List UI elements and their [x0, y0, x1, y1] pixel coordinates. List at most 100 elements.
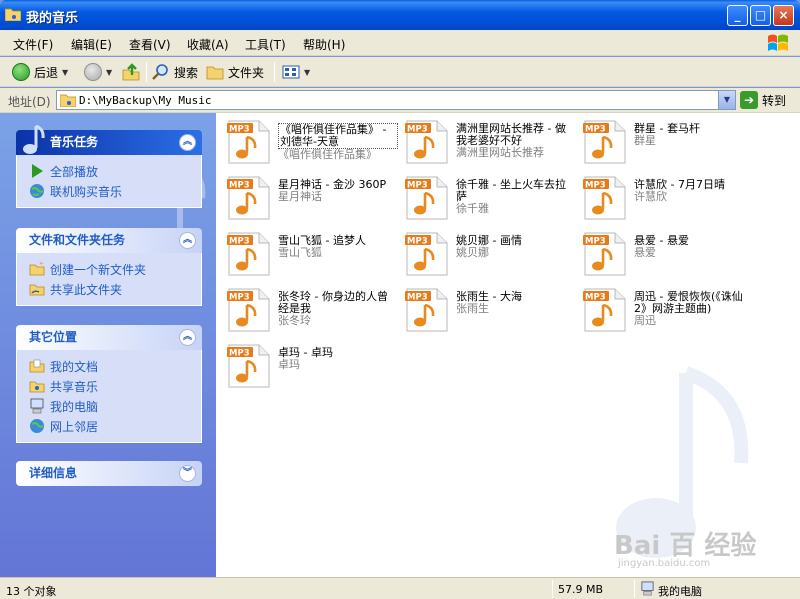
address-path: D:\MyBackup\My Music — [79, 94, 212, 107]
mp3-file-icon: MP3 — [227, 176, 270, 220]
menu-help[interactable]: 帮助(H) — [303, 36, 345, 53]
file-item[interactable]: MP3 悬爱 - 悬爱 悬爱 — [578, 227, 753, 279]
details-header[interactable]: 详细信息 ︾ — [16, 461, 202, 486]
file-view[interactable]: Bai 百 经验 jingyan.baidu.com MP3 《唱作俱佳作品集》 … — [216, 113, 800, 577]
mp3-file-icon: MP3 — [405, 288, 448, 332]
menu-file[interactable]: 文件(F) — [13, 36, 53, 53]
task-label: 全部播放 — [50, 164, 99, 179]
svg-text:MP3: MP3 — [229, 237, 250, 247]
file-item[interactable]: MP3 卓玛 - 卓玛 卓玛 — [222, 339, 397, 391]
task-buy-music-online[interactable]: 联机购买音乐 — [29, 181, 201, 201]
mp3-file-icon: MP3 — [227, 344, 270, 388]
go-button[interactable]: ➔ 转到 — [740, 91, 786, 109]
mp3-file-icon: MP3 — [405, 120, 448, 164]
file-folder-tasks-header[interactable]: 文件和文件夹任务 ︽ — [16, 228, 202, 253]
address-input[interactable]: D:\MyBackup\My Music ▼ — [56, 90, 736, 110]
chevron-down-icon[interactable]: ▼ — [718, 91, 735, 109]
file-item[interactable]: MP3 群星 - 套马杆 群星 — [578, 115, 753, 167]
globe-icon — [30, 184, 44, 198]
window-title: 我的音乐 — [26, 11, 79, 26]
mp3-file-icon: MP3 — [583, 120, 626, 164]
search-icon — [152, 64, 168, 80]
task-label: 联机购买音乐 — [50, 184, 123, 199]
documents-folder-icon — [29, 359, 45, 373]
svg-text:MP3: MP3 — [585, 125, 606, 135]
other-places-header[interactable]: 其它位置 ︽ — [16, 325, 202, 350]
place-shared-music[interactable]: 共享音乐 — [29, 376, 201, 396]
task-play-all[interactable]: 全部播放 — [29, 161, 201, 181]
chevron-down-icon[interactable]: ▼ — [106, 68, 112, 77]
task-new-folder[interactable]: 创建一个新文件夹 — [29, 259, 201, 279]
svg-text:MP3: MP3 — [229, 125, 250, 135]
folders-button[interactable]: 文件夹 — [206, 61, 264, 83]
mp3-file-icon: MP3 — [583, 288, 626, 332]
views-button[interactable]: ▼ — [282, 61, 310, 83]
file-artist: 张冬玲 — [278, 314, 311, 327]
panel-title: 音乐任务 — [50, 135, 99, 149]
address-bar: 地址(D) D:\MyBackup\My Music ▼ ➔ 转到 — [0, 88, 800, 113]
place-my-documents[interactable]: 我的文档 — [29, 356, 201, 376]
file-item[interactable]: MP3 张冬玲 - 你身边的人曾经是我 张冬玲 — [222, 283, 397, 335]
shared-music-folder-icon — [29, 381, 45, 393]
other-places-panel: 其它位置 ︽ 我的文档 共享音乐 我的电脑 网上邻居 — [16, 325, 202, 443]
place-network[interactable]: 网上邻居 — [29, 416, 201, 436]
menu-favorites[interactable]: 收藏(A) — [187, 36, 229, 53]
object-count: 13 个对象 — [6, 585, 57, 598]
mp3-file-icon: MP3 — [583, 232, 626, 276]
menu-bar: 文件(F) 编辑(E) 查看(V) 收藏(A) 工具(T) 帮助(H) — [0, 30, 800, 56]
file-artist: 群星 — [634, 134, 656, 147]
up-folder-button[interactable] — [122, 61, 140, 83]
panel-body: 全部播放 联机购买音乐 — [16, 155, 202, 208]
folder-icon — [206, 66, 224, 80]
baidu-watermark-url: jingyan.baidu.com — [618, 558, 711, 569]
svg-text:MP3: MP3 — [407, 125, 428, 135]
menu-view[interactable]: 查看(V) — [129, 36, 171, 53]
title-bar[interactable]: 我的音乐 _ □ × — [0, 0, 800, 30]
music-note-icon — [23, 124, 45, 154]
chevron-down-icon[interactable]: ▼ — [62, 68, 68, 77]
file-item[interactable]: MP3 张雨生 - 大海 张雨生 — [400, 283, 575, 335]
views-icon — [282, 65, 300, 79]
minimize-button[interactable]: _ — [727, 5, 748, 26]
task-label: 共享音乐 — [50, 379, 99, 394]
svg-text:MP3: MP3 — [407, 181, 428, 191]
file-item[interactable]: MP3 姚贝娜 - 画情 姚贝娜 — [400, 227, 575, 279]
file-item[interactable]: MP3 许慧欣 - 7月7日晴 许慧欣 — [578, 171, 753, 223]
panel-title: 详细信息 — [29, 466, 78, 480]
file-item[interactable]: MP3 满洲里网站长推荐 - 做我老婆好不好 满洲里网站长推荐 — [400, 115, 575, 167]
total-size: 57.9 MB — [558, 583, 604, 596]
file-item[interactable]: MP3 周迅 - 爱恨恢恢(《诛仙2》网游主题曲) 周迅 — [578, 283, 753, 335]
music-tasks-header[interactable]: 音乐任务 ︽ — [16, 124, 202, 155]
file-artist: 许慧欣 — [634, 190, 667, 203]
back-button[interactable]: 后退 ▼ — [12, 61, 68, 83]
file-item[interactable]: MP3 雪山飞狐 - 追梦人 雪山飞狐 — [222, 227, 397, 279]
search-label: 搜索 — [174, 65, 199, 80]
panel-title: 文件和文件夹任务 — [29, 233, 126, 247]
forward-button[interactable]: ▼ — [84, 61, 112, 83]
svg-text:MP3: MP3 — [585, 181, 606, 191]
collapse-icon[interactable]: ︽ — [179, 329, 196, 346]
maximize-button[interactable]: □ — [750, 5, 771, 26]
menu-edit[interactable]: 编辑(E) — [71, 36, 112, 53]
toolbar: 后退 ▼ ▼ 搜索 文件夹 ▼ — [0, 57, 800, 87]
collapse-icon[interactable]: ︽ — [179, 134, 196, 151]
up-folder-icon — [122, 63, 140, 81]
file-artist: 满洲里网站长推荐 — [456, 146, 544, 159]
file-item[interactable]: MP3 徐千雅 - 坐上火车去拉萨 徐千雅 — [400, 171, 575, 223]
mp3-file-icon: MP3 — [227, 120, 270, 164]
file-name: 周迅 - 爱恨恢恢(《诛仙2》网游主题曲) — [634, 290, 743, 315]
details-panel: 详细信息 ︾ — [16, 461, 202, 486]
collapse-icon[interactable]: ︽ — [179, 232, 196, 249]
file-artist: 张雨生 — [456, 302, 489, 315]
close-button[interactable]: × — [773, 5, 794, 26]
expand-icon[interactable]: ︾ — [179, 465, 196, 482]
task-share-folder[interactable]: 共享此文件夹 — [29, 279, 201, 299]
computer-icon — [30, 398, 44, 414]
file-item[interactable]: MP3 《唱作俱佳作品集》 - 刘德华-天意 《唱作俱佳作品集》 — [222, 115, 398, 167]
mp3-file-icon: MP3 — [227, 232, 270, 276]
menu-tools[interactable]: 工具(T) — [245, 36, 286, 53]
search-button[interactable]: 搜索 — [152, 61, 198, 83]
place-my-computer[interactable]: 我的电脑 — [29, 396, 201, 416]
file-item[interactable]: MP3 星月神话 - 金沙 360P 星月神话 — [222, 171, 397, 223]
svg-text:MP3: MP3 — [229, 349, 250, 359]
